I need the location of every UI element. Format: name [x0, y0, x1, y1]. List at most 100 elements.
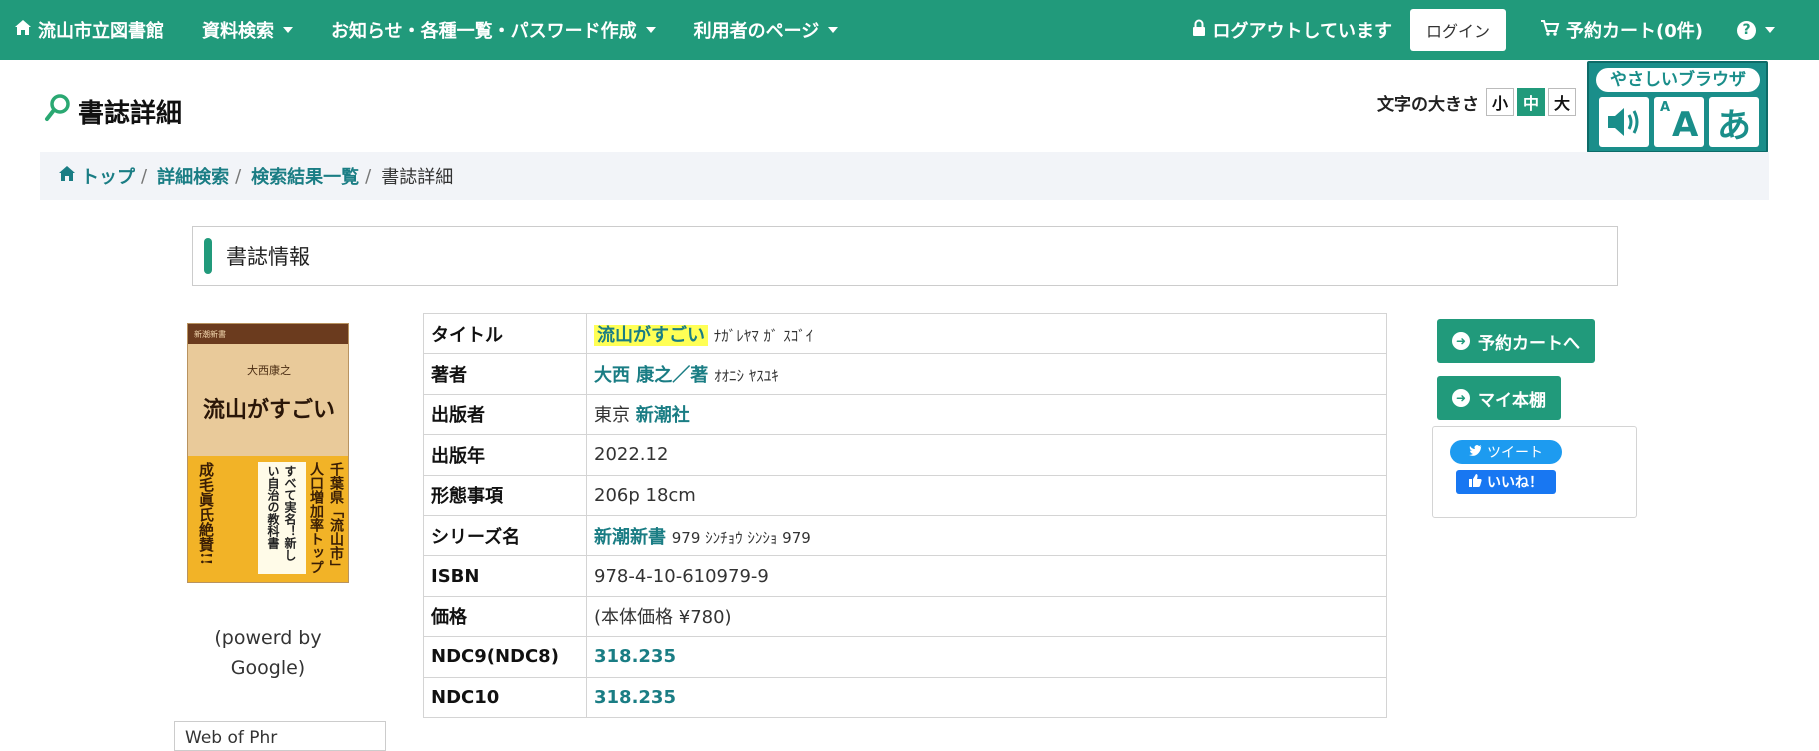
- title-link[interactable]: 流山がすごい: [594, 324, 708, 346]
- table-row: 出版年 2022.12: [423, 434, 1387, 476]
- cart-link[interactable]: 予約カート(0件): [1540, 0, 1703, 60]
- logout-status-label: ログアウトしています: [1212, 21, 1392, 42]
- cover-series-label: 新潮新書: [194, 330, 226, 339]
- add-to-cart-label: 予約カートへ: [1478, 333, 1580, 354]
- powered-by-google: (powerd by Google): [214, 627, 322, 679]
- magnifier-icon: [44, 93, 72, 130]
- font-size-large-button[interactable]: 大: [1548, 88, 1576, 116]
- cover-title: 流山がすごい: [202, 397, 335, 423]
- row-value: 206p 18cm: [586, 474, 1387, 516]
- social-share-box: ツイート いいね！: [1432, 426, 1637, 518]
- breadcrumb-search-link[interactable]: 詳細検索: [157, 163, 229, 189]
- ndc9-link[interactable]: 318.235: [594, 646, 676, 667]
- nav-search-menu[interactable]: 資料検索: [202, 0, 293, 60]
- my-bookshelf-label: マイ本棚: [1478, 390, 1546, 411]
- top-navbar: 流山市立図書館 資料検索 お知らせ・各種一覧・パスワード作成 利用者のページ ロ…: [0, 0, 1819, 60]
- thumbs-up-icon: [1469, 473, 1482, 491]
- row-value: 2022.12: [586, 434, 1387, 476]
- row-label: 形態事項: [423, 474, 587, 516]
- breadcrumb-separator: /: [365, 165, 372, 187]
- row-label: NDC10: [423, 676, 587, 718]
- tweet-button[interactable]: ツイート: [1450, 440, 1562, 464]
- section-accent-bar: [204, 238, 212, 274]
- table-row: 著者 大西 康之／著 ｵｵﾆｼ ﾔｽﾕｷ: [423, 353, 1387, 395]
- page-title: 書誌詳細: [44, 93, 182, 130]
- row-value: 流山がすごい ﾅｶﾞﾚﾔﾏ ｶﾞ ｽｺﾞｲ: [586, 312, 1387, 355]
- section-title: 書誌情報: [226, 245, 310, 269]
- font-size-switcher: 文字の大きさ 小 中 大: [1377, 88, 1576, 116]
- text-resize-icon: A A: [1654, 97, 1704, 147]
- row-value: 318.235: [586, 676, 1387, 718]
- series-link[interactable]: 新潮新書: [594, 527, 666, 548]
- hiragana-icon: あ: [1709, 97, 1759, 147]
- help-icon: ?: [1737, 20, 1756, 40]
- logout-status: ログアウトしています: [1191, 0, 1392, 60]
- breadcrumb-top-link[interactable]: トップ: [81, 163, 135, 189]
- row-value: 318.235: [586, 636, 1387, 678]
- cover-series-strip: 新潮新書: [188, 324, 348, 344]
- lock-icon: [1191, 19, 1207, 42]
- breadcrumb-separator: /: [141, 165, 148, 187]
- facebook-like-button[interactable]: いいね！: [1456, 470, 1556, 494]
- row-label: 出版者: [423, 393, 587, 436]
- font-size-medium-button[interactable]: 中: [1517, 88, 1545, 116]
- bibliographic-table: タイトル 流山がすごい ﾅｶﾞﾚﾔﾏ ｶﾞ ｽｺﾞｲ 著者 大西 康之／著 ｵｵ…: [423, 312, 1387, 718]
- help-menu[interactable]: ?: [1737, 0, 1775, 60]
- chevron-down-icon: [828, 27, 839, 33]
- publisher-link[interactable]: 新潮社: [636, 405, 690, 426]
- row-label: 価格: [423, 595, 587, 638]
- breadcrumb-current: 書誌詳細: [381, 167, 454, 188]
- cover-band-text-2: すべて実名！新しい自治の教科書: [266, 465, 297, 561]
- nav-search-label: 資料検索: [202, 21, 274, 42]
- row-value: 新潮新書 979 ｼﾝﾁｮｳ ｼﾝｼｮ 979: [586, 514, 1387, 557]
- table-row: 形態事項 206p 18cm: [423, 474, 1387, 516]
- login-button[interactable]: ログイン: [1410, 9, 1507, 51]
- author-kana: ｵｵﾆｼ ﾔｽﾕｷ: [714, 367, 779, 386]
- breadcrumb: トップ / 詳細検索 / 検索結果一覧 / 書誌詳細: [40, 152, 1769, 200]
- breadcrumb-separator: /: [235, 165, 242, 187]
- breadcrumb-results-link[interactable]: 検索結果一覧: [251, 163, 359, 189]
- publisher-place: 東京: [594, 405, 630, 427]
- row-label: タイトル: [423, 312, 587, 355]
- row-label: NDC9(NDC8): [423, 636, 587, 678]
- nav-user-label: 利用者のページ: [693, 21, 820, 42]
- table-row: シリーズ名 新潮新書 979 ｼﾝﾁｮｳ ｼﾝｼｮ 979: [423, 514, 1387, 557]
- table-row: ISBN 978-4-10-610979-9: [423, 555, 1387, 597]
- cover-band-text-3: 成毛眞氏絶賛!!: [197, 462, 215, 566]
- author-link[interactable]: 大西 康之／著: [594, 365, 708, 386]
- brand-label: 流山市立図書館: [38, 21, 164, 42]
- table-row: 価格 (本体価格 ¥780): [423, 595, 1387, 638]
- nav-right-group: ログアウトしています ログイン 予約カート(0件) ?: [1191, 0, 1819, 60]
- yasashii-browser-label: やさしいブラウザ: [1596, 68, 1760, 92]
- cover-band-inner: すべて実名！新しい自治の教科書: [258, 462, 306, 574]
- series-detail: 979 ｼﾝﾁｮｳ ｼﾝｼｮ 979: [671, 528, 811, 547]
- chevron-down-icon: [283, 27, 293, 33]
- arrow-right-icon: ➜: [1452, 332, 1470, 350]
- table-row: NDC9(NDC8) 318.235: [423, 636, 1387, 678]
- my-bookshelf-button[interactable]: ➜ マイ本棚: [1437, 376, 1561, 420]
- home-icon: [14, 19, 32, 42]
- table-row: タイトル 流山がすごい ﾅｶﾞﾚﾔﾏ ｶﾞ ｽｺﾞｲ: [423, 312, 1387, 355]
- brand-link[interactable]: 流山市立図書館: [14, 0, 164, 60]
- add-to-cart-button[interactable]: ➜ 予約カートへ: [1437, 319, 1595, 363]
- row-value: 978-4-10-610979-9: [586, 555, 1387, 597]
- row-label: 著者: [423, 353, 587, 395]
- nav-notice-label: お知らせ・各種一覧・パスワード作成: [331, 21, 637, 42]
- row-value: 東京 新潮社: [586, 393, 1387, 436]
- row-label: ISBN: [423, 555, 587, 597]
- nav-notice-menu[interactable]: お知らせ・各種一覧・パスワード作成: [331, 0, 656, 60]
- home-icon: [58, 165, 76, 188]
- ndc10-link[interactable]: 318.235: [594, 687, 676, 708]
- arrow-right-icon: ➜: [1452, 389, 1470, 407]
- table-row: NDC10 318.235: [423, 676, 1387, 718]
- nav-user-menu[interactable]: 利用者のページ: [694, 0, 839, 60]
- row-label: 出版年: [423, 434, 587, 476]
- font-size-small-button[interactable]: 小: [1486, 88, 1514, 116]
- page-title-label: 書誌詳細: [78, 99, 183, 129]
- side-widget: Web of Phr: [174, 721, 386, 751]
- like-label: いいね！: [1487, 475, 1543, 491]
- cart-icon: [1540, 19, 1560, 42]
- yasashii-browser-banner[interactable]: やさしいブラウザ A A あ: [1587, 61, 1768, 153]
- twitter-bird-icon: [1469, 444, 1483, 460]
- chevron-down-icon: [645, 27, 656, 33]
